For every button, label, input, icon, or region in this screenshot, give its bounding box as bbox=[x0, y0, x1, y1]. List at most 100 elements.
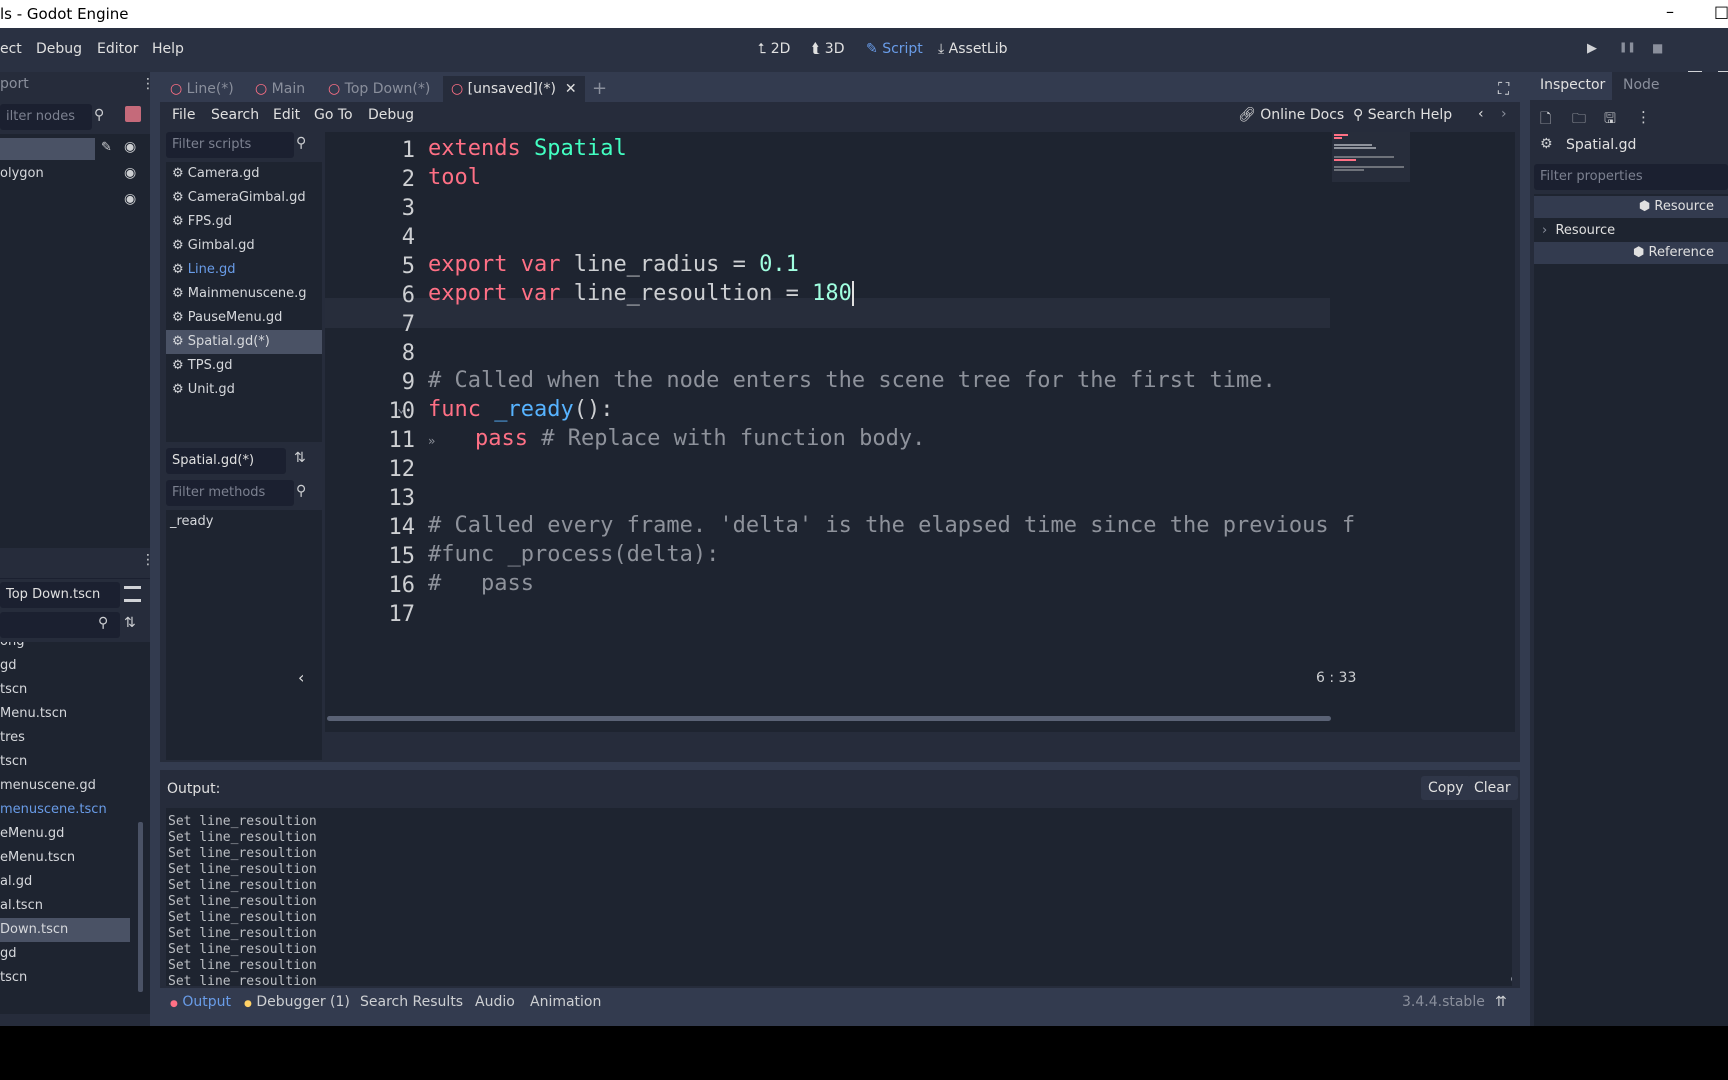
bottom-tab-debugger[interactable]: ● Debugger (1) bbox=[244, 994, 350, 1010]
script-list-item[interactable]: ⚙ PauseMenu.gd bbox=[166, 306, 322, 330]
stop-icon[interactable]: ■ bbox=[1652, 41, 1663, 55]
filter-scripts-input[interactable]: Filter scripts bbox=[166, 132, 294, 158]
script-menu-search[interactable]: Search bbox=[211, 107, 259, 123]
script-list-item[interactable]: ⚙ TPS.gd bbox=[166, 354, 322, 378]
sort-icon[interactable]: ⇅ bbox=[124, 615, 136, 631]
search-help-button[interactable]: ⚲ Search Help bbox=[1353, 107, 1452, 123]
menu-debug[interactable]: Debug bbox=[36, 41, 82, 57]
file-list-item[interactable]: al.gd bbox=[0, 870, 130, 894]
filesystem-path[interactable]: Top Down.tscn bbox=[0, 582, 120, 608]
filter-nodes-input[interactable]: ilter nodes bbox=[0, 104, 92, 130]
script-list-item[interactable]: ⚙ Spatial.gd(*) bbox=[166, 330, 322, 354]
script-list-item[interactable]: ⚙ Mainmenuscene.g bbox=[166, 282, 322, 306]
tab-main[interactable]: ○ Main bbox=[255, 76, 305, 102]
menu-project[interactable]: ect bbox=[0, 41, 22, 57]
clear-button[interactable]: Clear bbox=[1467, 776, 1518, 800]
script-list-item[interactable]: ⚙ CameraGimbal.gd bbox=[166, 186, 322, 210]
dock-menu-icon[interactable]: ⋮ bbox=[141, 76, 155, 92]
file-list-item[interactable]: eMenu.tscn bbox=[0, 846, 130, 870]
copy-button[interactable]: Copy bbox=[1421, 776, 1471, 800]
bottom-tab-search-results[interactable]: Search Results bbox=[360, 994, 463, 1010]
code-editor[interactable]: 1 2 3 4 5 6 7 8 9 10 11 12 13 14 15 16 17 ⌄ extends Spat… bbox=[325, 132, 1515, 732]
file-list-item[interactable]: tscn bbox=[0, 966, 130, 990]
menu-editor[interactable]: Editor bbox=[97, 41, 138, 57]
pause-icon[interactable]: ❚❚ bbox=[1619, 42, 1636, 53]
file-list-item[interactable]: gd bbox=[0, 654, 130, 678]
visibility-eye-icon[interactable]: ◉ bbox=[124, 165, 136, 181]
script-list-item[interactable]: ⚙ Camera.gd bbox=[166, 162, 322, 186]
visibility-eye-icon[interactable]: ◉ bbox=[124, 139, 136, 155]
expand-bottom-panel-icon[interactable]: ⇈ bbox=[1495, 994, 1507, 1010]
section-reference-header[interactable]: ⬢ Reference bbox=[1534, 242, 1728, 264]
script-menu-file[interactable]: File bbox=[172, 107, 195, 123]
file-list-item[interactable]: eMenu.gd bbox=[0, 822, 130, 846]
tab-unsaved[interactable]: ○ [unsaved](*) ✕ bbox=[443, 76, 585, 102]
script-list-item[interactable]: ⚙ Unit.gd bbox=[166, 378, 322, 402]
minimap[interactable] bbox=[1332, 132, 1410, 182]
play-icon[interactable]: ▶ bbox=[1587, 41, 1597, 56]
tab-top-down[interactable]: ○ Top Down(*) bbox=[328, 76, 430, 102]
toggle-scripts-panel-icon[interactable]: ‹ bbox=[298, 668, 304, 687]
script-list-item[interactable]: ⚙ FPS.gd bbox=[166, 210, 322, 234]
section-resource-header[interactable]: ⬢ Resource bbox=[1534, 196, 1728, 218]
tab-node[interactable]: Node bbox=[1623, 77, 1660, 93]
save-icon[interactable]: 🖫︎ bbox=[1604, 108, 1616, 132]
script-menu-edit[interactable]: Edit bbox=[273, 107, 300, 123]
file-list-scrollbar[interactable] bbox=[138, 822, 143, 992]
bottom-tab-output[interactable]: ● Output bbox=[170, 994, 231, 1010]
workspace-2d[interactable]: ⮤ 2D bbox=[758, 41, 790, 57]
tab-inspector[interactable]: Inspector bbox=[1540, 77, 1605, 93]
file-list-item[interactable]: Menu.tscn bbox=[0, 702, 130, 726]
script-list-item[interactable]: ⚙ Line.gd bbox=[166, 258, 322, 282]
open-folder-icon[interactable]: 🗀︎ bbox=[1572, 108, 1586, 132]
file-list-item[interactable]: tscn bbox=[0, 678, 130, 702]
split-mode-icon[interactable] bbox=[124, 586, 141, 602]
method-ready[interactable]: _ready bbox=[166, 510, 322, 534]
add-tab-icon[interactable]: + bbox=[592, 76, 607, 102]
scene-dock-tab[interactable]: port bbox=[0, 76, 29, 92]
script-icon[interactable]: ✎ bbox=[101, 140, 112, 155]
file-list-item[interactable]: menuscene.tscn bbox=[0, 798, 130, 822]
distraction-free-icon[interactable]: ⛶ bbox=[1498, 76, 1509, 102]
maximize-button[interactable]: □ bbox=[1714, 2, 1728, 21]
menu-help[interactable]: Help bbox=[152, 41, 184, 57]
horizontal-scrollbar[interactable] bbox=[327, 716, 1331, 721]
tab-line[interactable]: ○ Line(*) bbox=[170, 76, 234, 102]
file-list-item[interactable]: ong bbox=[0, 642, 130, 654]
workspace-3d[interactable]: ⮬ 3D bbox=[812, 41, 844, 57]
file-list-item[interactable]: gd bbox=[0, 942, 130, 966]
script-list-item[interactable]: ⚙ Gimbal.gd bbox=[166, 234, 322, 258]
file-list-item[interactable]: tres bbox=[0, 726, 130, 750]
file-list-item[interactable]: Down.tscn bbox=[0, 918, 130, 942]
file-list-item[interactable]: menuscene.gd bbox=[0, 774, 130, 798]
history-forward-icon[interactable]: › bbox=[1501, 106, 1507, 122]
output-log[interactable]: Set line_resoultion Set line_resoultion Se… bbox=[166, 808, 1512, 986]
bottom-tab-animation[interactable]: Animation bbox=[530, 994, 601, 1010]
history-back-icon[interactable]: ‹ bbox=[1478, 106, 1484, 122]
tree-node[interactable] bbox=[0, 138, 95, 160]
bottom-tab-audio[interactable]: Audio bbox=[475, 994, 515, 1010]
workspace-script[interactable]: ✎ Script bbox=[866, 41, 923, 57]
workspace-assetlib[interactable]: ⤓ AssetLib bbox=[938, 41, 1008, 57]
search-icon[interactable]: ⚲ bbox=[94, 107, 104, 123]
filter-methods-input[interactable]: Filter methods bbox=[166, 480, 294, 506]
visibility-eye-icon[interactable]: ◉ bbox=[124, 191, 136, 207]
script-menu-goto[interactable]: Go To bbox=[314, 107, 353, 123]
script-menu-debug[interactable]: Debug bbox=[368, 107, 414, 123]
fold-arrow-icon[interactable]: ⌄ bbox=[397, 400, 405, 416]
line-number: 17 bbox=[388, 602, 416, 627]
filter-properties-input[interactable]: Filter properties bbox=[1534, 164, 1728, 190]
resource-group[interactable]: › Resource bbox=[1542, 220, 1615, 242]
online-docs-button[interactable]: 🔗︎ Online Docs bbox=[1238, 107, 1344, 123]
close-icon[interactable]: ✕ bbox=[565, 81, 577, 97]
minimize-button[interactable]: – bbox=[1666, 2, 1674, 21]
output-scrollbar[interactable] bbox=[1511, 976, 1512, 982]
attach-script-icon[interactable] bbox=[125, 106, 141, 122]
create-resource-icon[interactable]: 🗋︎ bbox=[1540, 108, 1551, 132]
sort-methods-icon[interactable]: ⇅ bbox=[294, 450, 306, 466]
dock-menu-icon[interactable]: ⋮ bbox=[141, 552, 155, 568]
tree-node-polygon[interactable]: olygon bbox=[0, 162, 44, 186]
more-options-icon[interactable]: ⋮ bbox=[1636, 108, 1651, 126]
file-list-item[interactable]: tscn bbox=[0, 750, 130, 774]
file-list-item[interactable]: al.tscn bbox=[0, 894, 130, 918]
